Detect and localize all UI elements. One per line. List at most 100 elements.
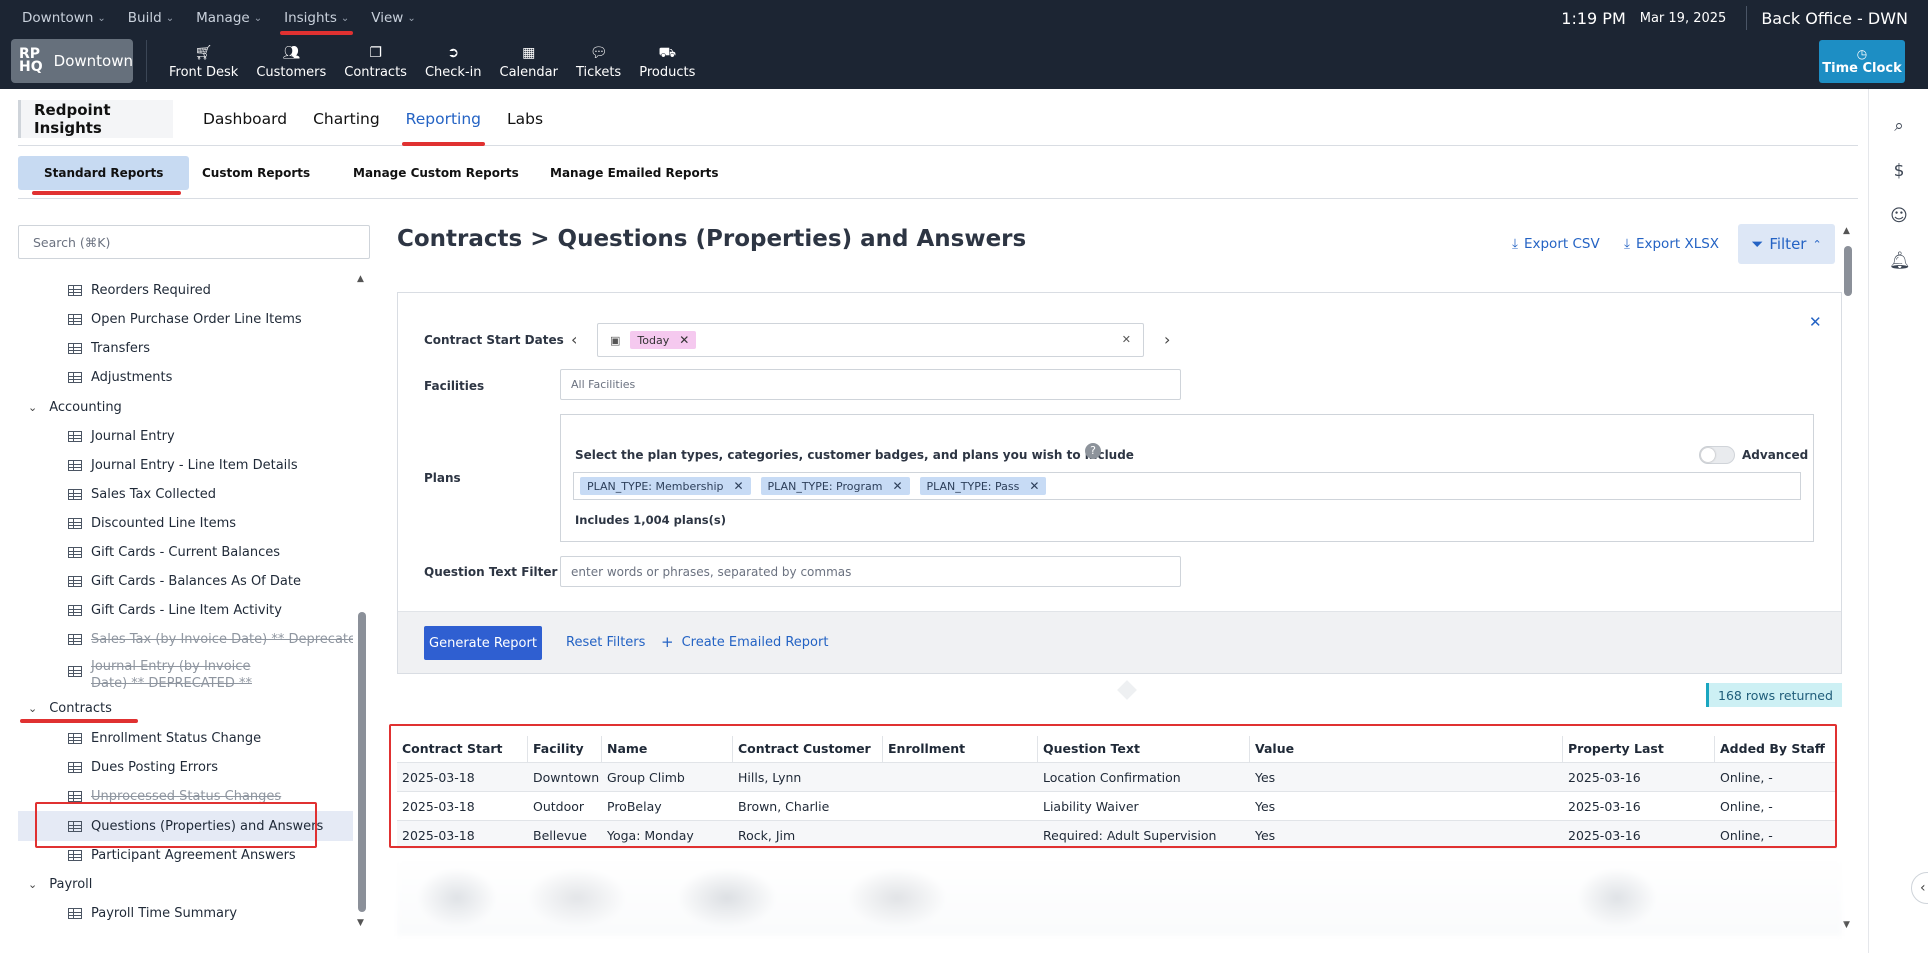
table-icon [68, 517, 82, 529]
sidebar-item[interactable]: Enrollment Status Change [68, 727, 261, 749]
chevron-down-icon: ⌄ [407, 12, 416, 24]
menu-downtown[interactable]: Downtown ⌄ [22, 10, 106, 26]
sidebar-item[interactable]: Transfers [68, 337, 150, 359]
subtab-standard-reports[interactable]: Standard Reports [18, 156, 190, 195]
dollar-icon[interactable]: $ [1889, 161, 1909, 181]
remove-chip-icon[interactable]: ✕ [733, 479, 743, 493]
highlight-underline [32, 191, 182, 195]
sidebar-item[interactable]: Discounted Line Items [68, 512, 236, 534]
start-dates-field[interactable]: ▣ Today ✕ ✕ [597, 323, 1144, 357]
table-icon [68, 790, 82, 802]
insights-brand: Redpoint Insights [18, 100, 173, 138]
start-dates-label: Contract Start Dates [424, 333, 564, 347]
scroll-down-icon[interactable]: ▼ [1843, 920, 1850, 930]
divider [1746, 6, 1748, 30]
tab-labs[interactable]: Labs [507, 100, 543, 138]
main-toolbar: RP HQ Downtown 🛒︎ Front Desk 👥︎ Customers … [0, 36, 1928, 89]
remove-chip-icon[interactable]: ✕ [1029, 479, 1039, 493]
tickets-button[interactable]: 💬︎ Tickets [567, 36, 630, 89]
office-selector[interactable]: Back Office - DWN [1761, 9, 1908, 28]
filter-toggle-button[interactable]: ⏷ Filter ⌃ [1738, 224, 1835, 264]
bell-icon[interactable]: 🔔︎ [1889, 251, 1911, 271]
report-search-input[interactable]: Search (⌘K) [18, 225, 370, 259]
subtab-manage-emailed-reports[interactable]: Manage Emailed Reports [550, 156, 719, 190]
sidebar-item[interactable]: Dues Posting Errors [68, 756, 218, 778]
table-icon [68, 459, 82, 471]
advanced-toggle[interactable] [1699, 446, 1735, 464]
report-sidebar: Reorders Required Open Purchase Order Li… [18, 272, 353, 932]
location-brand-button[interactable]: RP HQ Downtown [11, 39, 133, 83]
sidebar-item[interactable]: Adjustments [68, 366, 172, 388]
export-csv-button[interactable]: ⤓ Export CSV [1512, 236, 1600, 252]
products-button[interactable]: ⛟ Products [630, 36, 704, 89]
reset-filters-link[interactable]: Reset Filters [566, 635, 645, 650]
sidebar-item[interactable]: Payroll Time Summary [68, 902, 237, 924]
users-icon: 👥︎ [282, 45, 301, 61]
plans-count: Includes 1,004 plans(s) [575, 513, 726, 527]
help-icon[interactable]: ? [1085, 443, 1101, 459]
scroll-up-icon[interactable]: ▲ [357, 274, 364, 284]
plans-label: Plans [424, 471, 461, 485]
subtab-manage-custom-reports[interactable]: Manage Custom Reports [353, 156, 519, 190]
checkin-button[interactable]: ➲ Check-in [416, 36, 491, 89]
question-filter-input[interactable]: enter words or phrases, separated by com… [560, 556, 1181, 587]
close-icon[interactable]: ✕ [1809, 313, 1822, 331]
search-icon[interactable]: ⌕ [1889, 116, 1909, 136]
facilities-select[interactable]: All Facilities [560, 369, 1181, 400]
create-emailed-report-link[interactable]: + Create Emailed Report [661, 633, 828, 651]
chevron-right-icon[interactable]: › [1164, 330, 1170, 349]
sidebar-item[interactable]: Gift Cards - Line Item Activity [68, 599, 282, 621]
sidebar-group-payroll[interactable]: ⌄ Payroll [28, 873, 92, 895]
customers-button[interactable]: 👥︎ Customers [247, 36, 335, 89]
tab-dashboard[interactable]: Dashboard [203, 100, 287, 138]
sidebar-item[interactable]: Open Purchase Order Line Items [68, 308, 302, 330]
chevron-left-icon[interactable]: ‹ [571, 330, 577, 349]
panel-divider-handle[interactable] [1117, 680, 1137, 700]
sidebar-item[interactable]: Gift Cards - Balances As Of Date [68, 570, 301, 592]
plans-input[interactable]: PLAN_TYPE: Membership ✕ PLAN_TYPE: Progra… [573, 472, 1801, 500]
sidebar-scrollbar[interactable]: ▲ ▼ [357, 272, 367, 932]
tab-charting[interactable]: Charting [313, 100, 380, 138]
sidebar-item[interactable]: Sales Tax Collected [68, 483, 216, 505]
menu-build[interactable]: Build ⌄ [128, 10, 174, 26]
scrollbar-thumb[interactable] [1844, 246, 1852, 296]
subtab-custom-reports[interactable]: Custom Reports [202, 156, 310, 190]
generate-report-button[interactable]: Generate Report [424, 626, 542, 660]
chevron-down-icon: ⌄ [28, 400, 38, 414]
sidebar-item-deprecated[interactable]: Sales Tax (by Invoice Date) ** Deprecate… [68, 628, 353, 650]
menu-manage[interactable]: Manage ⌄ [196, 10, 262, 26]
menu-view[interactable]: View ⌄ [371, 10, 415, 26]
sidebar-item[interactable]: Journal Entry [68, 425, 175, 447]
export-xlsx-button[interactable]: ⤓ Export XLSX [1624, 236, 1719, 252]
sidebar-item[interactable]: Reorders Required [68, 279, 211, 301]
sidebar-group-contracts[interactable]: ⌄ Contracts [28, 697, 112, 719]
plans-selector: Select the plan types, categories, custo… [560, 414, 1814, 542]
calendar-button[interactable]: ▦ Calendar [491, 36, 567, 89]
collapse-panel-button[interactable]: ‹ [1911, 872, 1928, 904]
clear-icon[interactable]: ✕ [1122, 333, 1131, 346]
plan-chip: PLAN_TYPE: Membership ✕ [580, 477, 751, 495]
remove-chip-icon[interactable]: ✕ [892, 479, 902, 493]
sidebar-item[interactable]: Journal Entry - Line Item Details [68, 454, 298, 476]
scroll-down-icon[interactable]: ▼ [357, 918, 364, 928]
sidebar-item-deprecated[interactable]: Journal Entry (by Invoice Date) ** DEPRE… [68, 658, 298, 694]
table-icon [68, 342, 82, 354]
scroll-up-icon[interactable]: ▲ [1843, 226, 1850, 236]
time-clock-button[interactable]: ◷ Time Clock [1819, 40, 1905, 83]
toggle-knob [1701, 448, 1715, 462]
contracts-button[interactable]: ❐ Contracts [335, 36, 416, 89]
menu-insights[interactable]: Insights ⌄ [280, 10, 354, 35]
date-chip: Today ✕ [630, 331, 697, 349]
chevron-left-icon: ‹ [1920, 880, 1926, 896]
front-desk-button[interactable]: 🛒︎ Front Desk [160, 36, 247, 89]
tab-reporting[interactable]: Reporting [401, 100, 486, 146]
table-icon [68, 907, 82, 919]
location-name: Downtown [53, 52, 133, 70]
sidebar-item[interactable]: Gift Cards - Current Balances [68, 541, 280, 563]
person-icon[interactable]: ☺ [1889, 206, 1909, 226]
sidebar-group-accounting[interactable]: ⌄ Accounting [28, 396, 122, 418]
main-scrollbar[interactable]: ▲ ▼ [1843, 226, 1853, 932]
scrollbar-thumb[interactable] [358, 612, 366, 912]
remove-chip-icon[interactable]: ✕ [679, 333, 689, 347]
sidebar-item[interactable]: Participant Agreement Answers [68, 844, 296, 866]
